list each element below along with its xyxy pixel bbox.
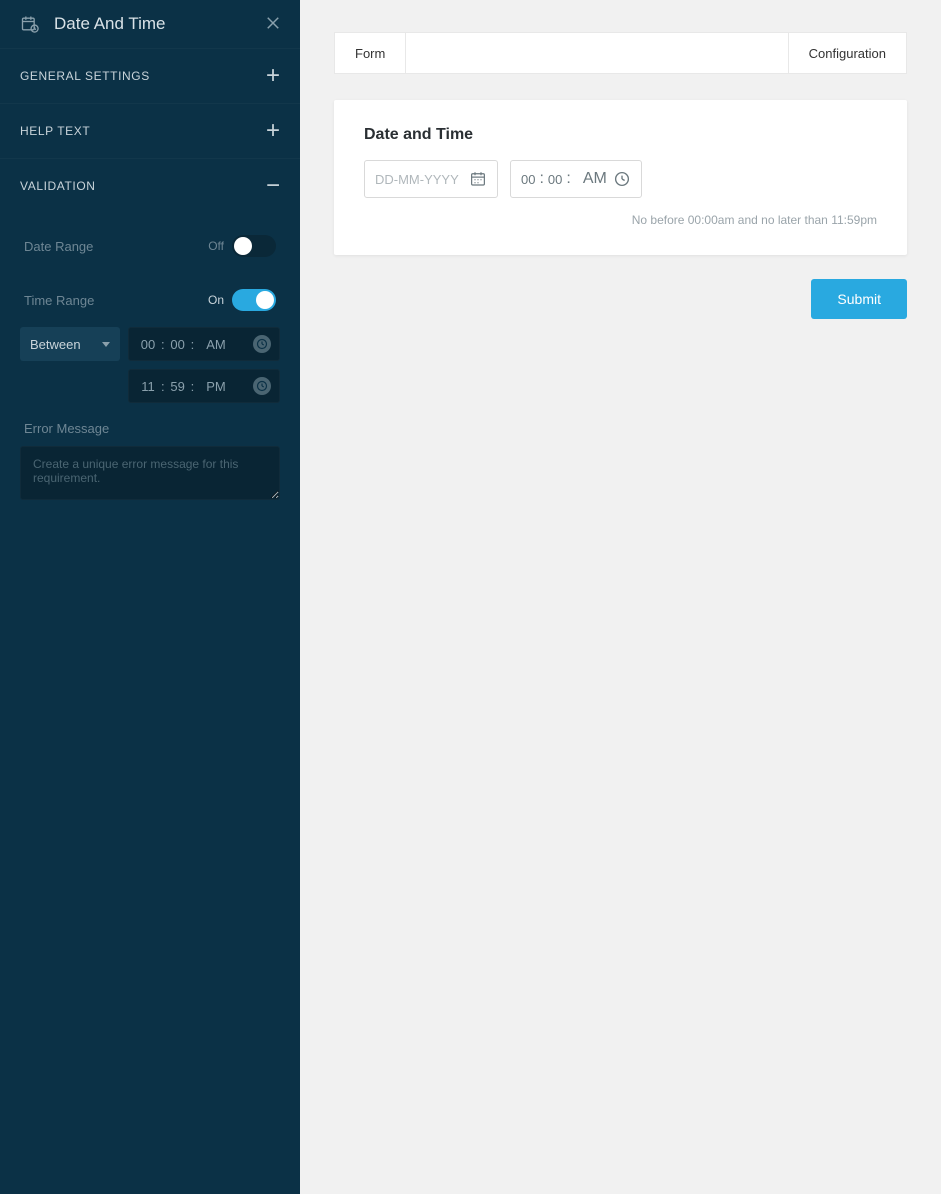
time-separator: : bbox=[566, 170, 570, 188]
section-title: GENERAL SETTINGS bbox=[20, 69, 150, 83]
validation-body: Date Range Off Time Range On Between bbox=[0, 213, 300, 527]
section-help-text[interactable]: HELP TEXT + bbox=[0, 103, 300, 158]
minute-segment[interactable]: 00 bbox=[169, 337, 187, 352]
hour-segment[interactable]: 11 bbox=[139, 379, 157, 394]
section-title: HELP TEXT bbox=[20, 124, 90, 138]
chevron-down-icon bbox=[102, 342, 110, 347]
section-title: VALIDATION bbox=[20, 179, 96, 193]
submit-row: Submit bbox=[334, 279, 907, 319]
plus-icon: + bbox=[266, 67, 280, 85]
tab-configuration[interactable]: Configuration bbox=[788, 33, 906, 73]
date-placeholder: DD-MM-YYYY bbox=[375, 172, 469, 187]
section-general-settings[interactable]: GENERAL SETTINGS + bbox=[0, 48, 300, 103]
time-range-from-input[interactable]: 00 : 00 : AM bbox=[128, 327, 280, 361]
hour-segment[interactable]: 00 bbox=[521, 172, 535, 187]
card-title: Date and Time bbox=[364, 126, 877, 144]
tab-label: Configuration bbox=[809, 46, 886, 61]
time-separator: : bbox=[191, 337, 195, 352]
time-range-mode-dropdown[interactable]: Between bbox=[20, 327, 120, 361]
minute-segment[interactable]: 00 bbox=[548, 172, 562, 187]
datetime-card: Date and Time DD-MM-YYYY bbox=[334, 100, 907, 255]
sidebar-title: Date And Time bbox=[54, 14, 166, 34]
time-range-label: Time Range bbox=[24, 293, 94, 308]
ampm-segment[interactable]: AM bbox=[583, 170, 607, 188]
form-canvas: Date and Time DD-MM-YYYY bbox=[334, 100, 907, 319]
datetime-icon bbox=[20, 14, 40, 34]
card-inputs: DD-MM-YYYY bbox=[364, 160, 877, 198]
time-range-from-row: Between 00 : 00 : AM bbox=[20, 327, 280, 361]
dropdown-label: Between bbox=[30, 337, 81, 352]
time-separator: : bbox=[161, 379, 165, 394]
sidebar-header: Date And Time bbox=[0, 0, 300, 48]
time-range-to-input[interactable]: 11 : 59 : PM bbox=[128, 369, 280, 403]
time-separator: : bbox=[161, 337, 165, 352]
main-area: Form Configuration Date and Time DD-MM-Y… bbox=[300, 0, 941, 1194]
tabs: Form Configuration bbox=[334, 32, 907, 74]
date-range-row: Date Range Off bbox=[20, 219, 280, 273]
time-separator: : bbox=[539, 170, 543, 188]
switch-state-label: On bbox=[208, 293, 224, 307]
date-range-switch-wrap: Off bbox=[208, 235, 276, 257]
minute-segment[interactable]: 59 bbox=[169, 379, 187, 394]
time-range-to-row: 11 : 59 : PM bbox=[20, 369, 280, 403]
clock-icon[interactable] bbox=[253, 377, 271, 395]
time-separator: : bbox=[191, 379, 195, 394]
time-range-toggle[interactable] bbox=[232, 289, 276, 311]
switch-state-label: Off bbox=[208, 239, 224, 253]
clock-icon[interactable] bbox=[253, 335, 271, 353]
time-range-switch-wrap: On bbox=[208, 289, 276, 311]
plus-icon: + bbox=[266, 122, 280, 140]
date-range-label: Date Range bbox=[24, 239, 93, 254]
time-range-controls: Between 00 : 00 : AM bbox=[20, 327, 280, 403]
section-validation[interactable]: VALIDATION − bbox=[0, 158, 300, 213]
tab-label: Form bbox=[355, 46, 385, 61]
submit-button[interactable]: Submit bbox=[811, 279, 907, 319]
ampm-segment[interactable]: AM bbox=[206, 337, 228, 352]
clock-icon[interactable] bbox=[613, 170, 631, 188]
minus-icon: − bbox=[266, 177, 280, 195]
validation-hint: No before 00:00am and no later than 11:5… bbox=[364, 212, 877, 229]
hour-segment[interactable]: 00 bbox=[139, 337, 157, 352]
calendar-icon[interactable] bbox=[469, 170, 487, 188]
tab-form[interactable]: Form bbox=[335, 33, 406, 73]
error-message-textarea[interactable] bbox=[20, 446, 280, 500]
error-message-label: Error Message bbox=[24, 421, 276, 436]
time-range-row: Time Range On bbox=[20, 273, 280, 327]
sidebar: Date And Time GENERAL SETTINGS + HELP TE… bbox=[0, 0, 300, 1194]
time-input[interactable]: 00 : 00 : AM bbox=[510, 160, 642, 198]
close-icon[interactable] bbox=[264, 14, 282, 32]
date-range-toggle[interactable] bbox=[232, 235, 276, 257]
ampm-segment[interactable]: PM bbox=[206, 379, 228, 394]
date-input[interactable]: DD-MM-YYYY bbox=[364, 160, 498, 198]
